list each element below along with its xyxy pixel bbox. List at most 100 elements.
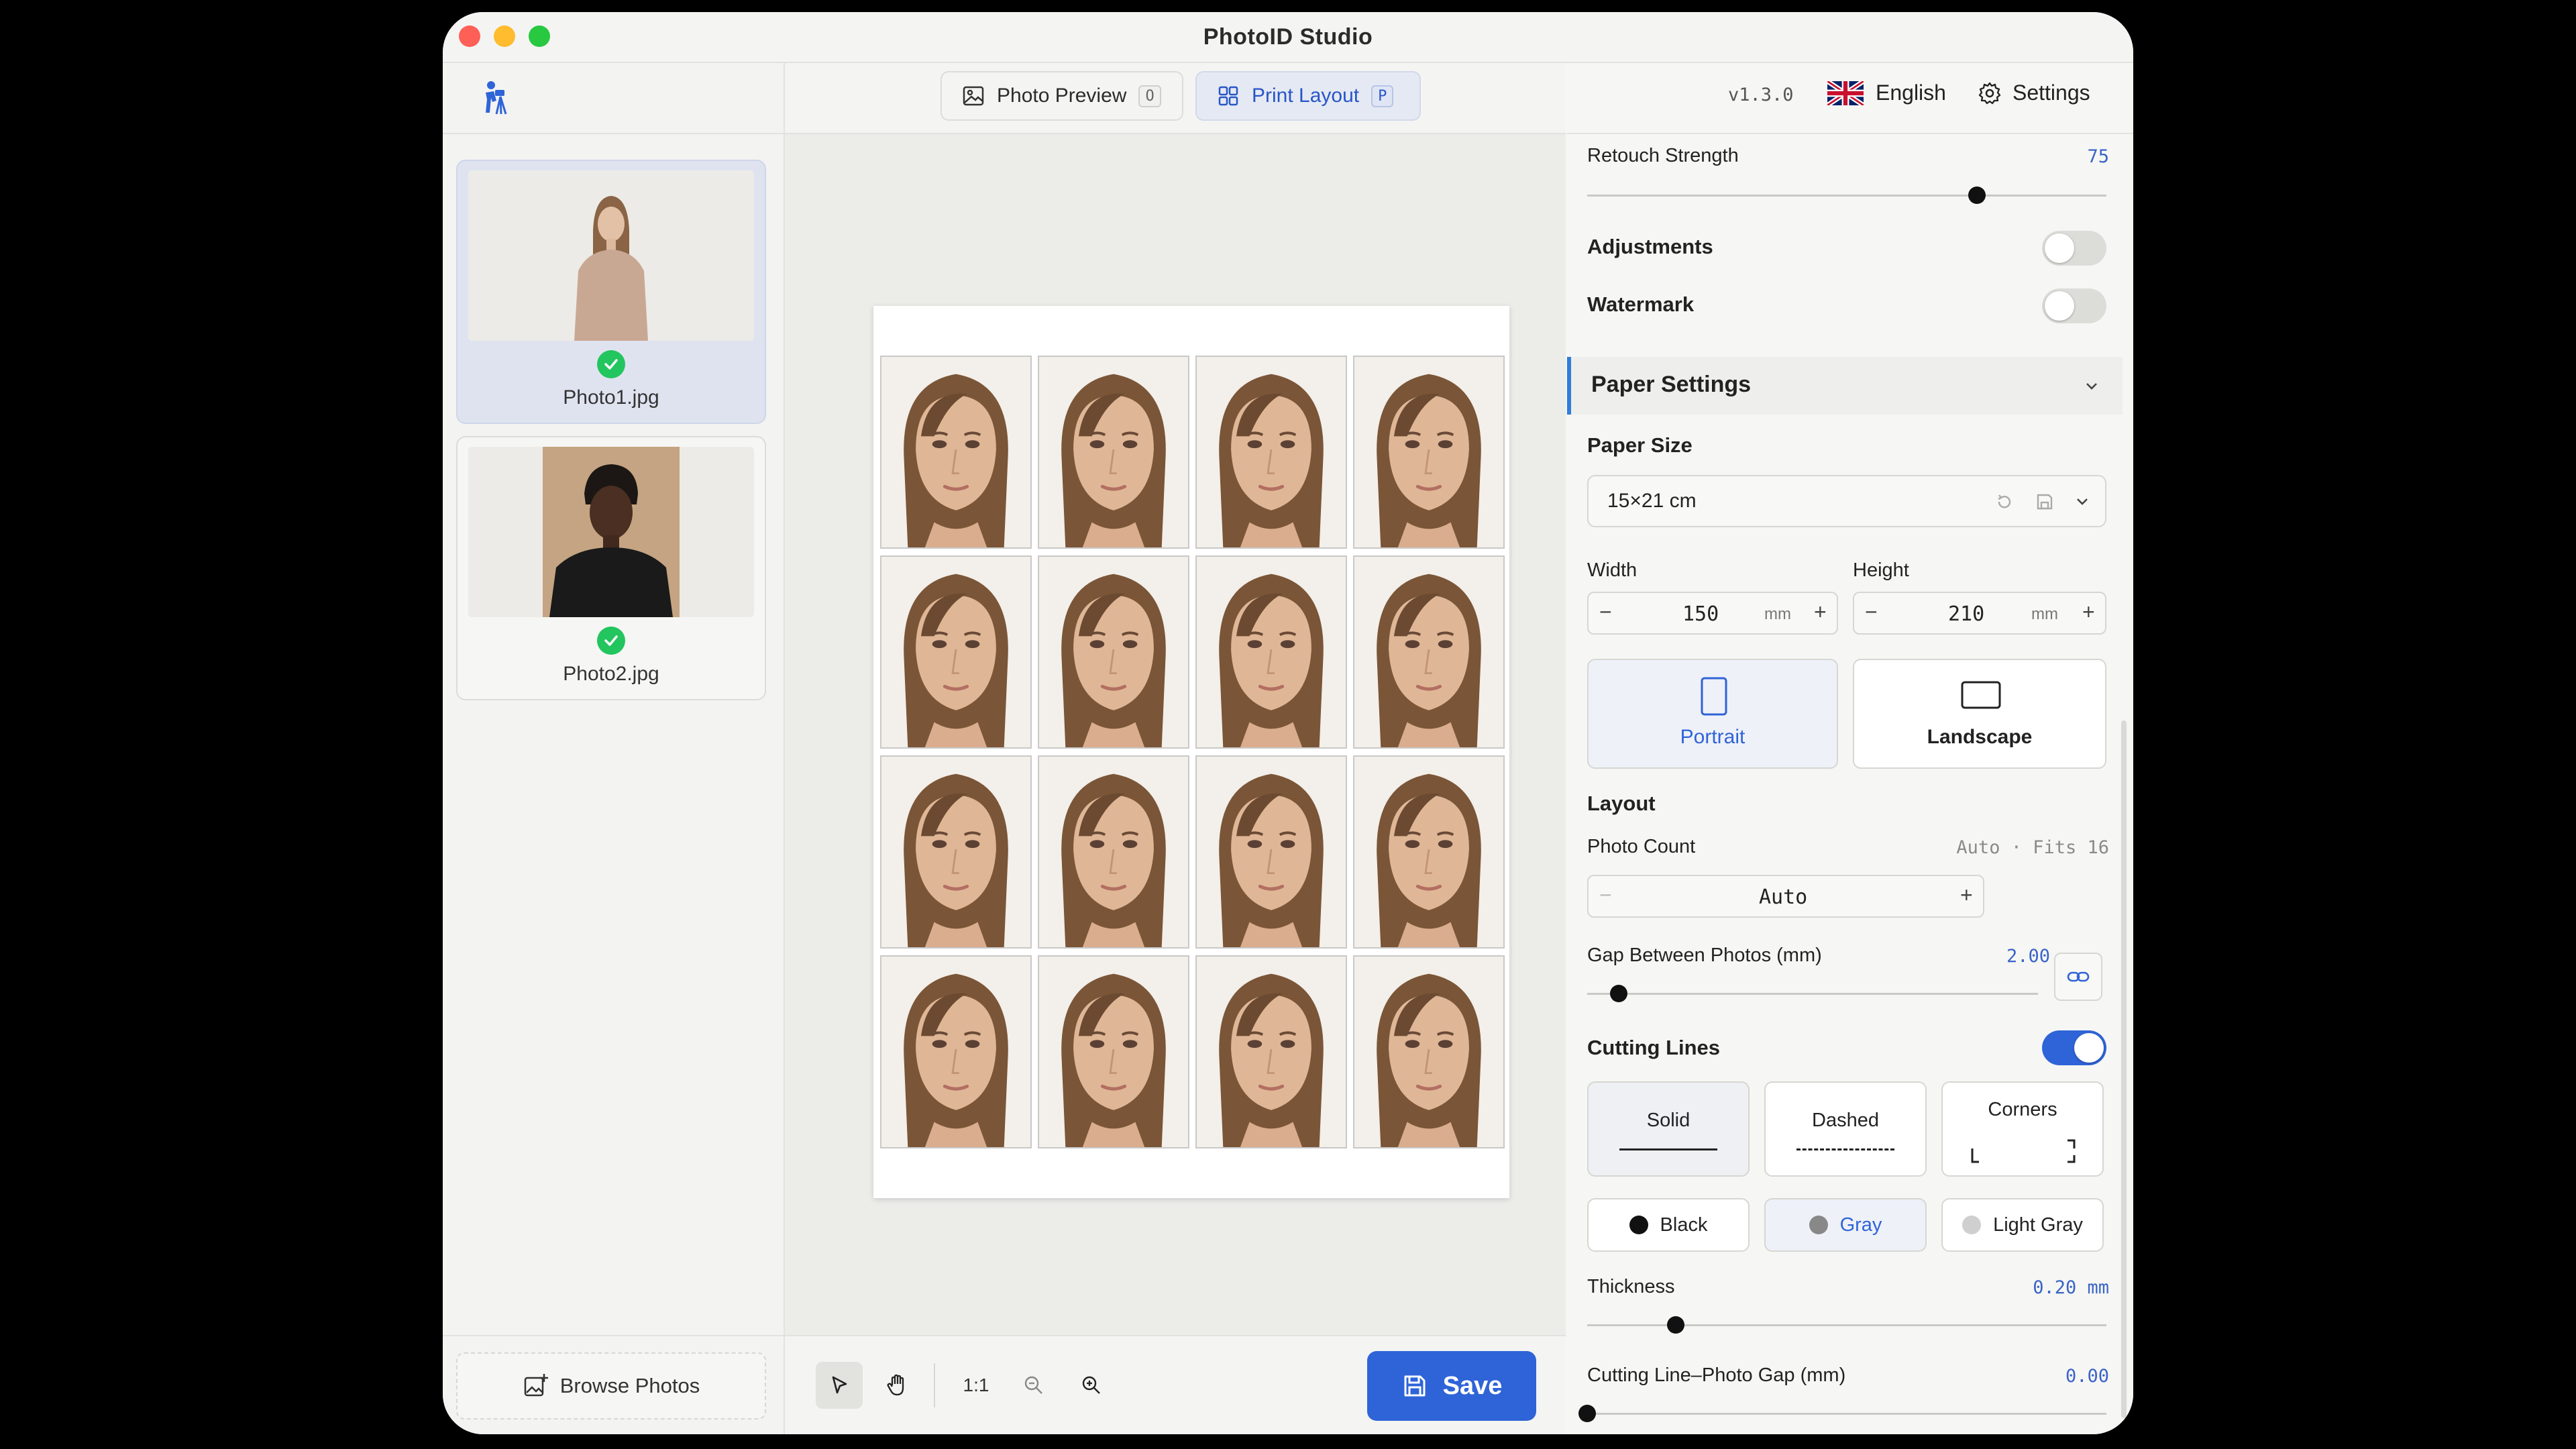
print-sheet-preview[interactable] — [873, 306, 1509, 1198]
cutting-lines-toggle[interactable] — [2042, 1030, 2106, 1065]
maximize-window-button[interactable] — [529, 25, 550, 47]
close-window-button[interactable] — [459, 25, 480, 47]
layout-photo-tile — [1195, 955, 1347, 1148]
view-mode-toolbar: Photo Preview O Print Layout P — [785, 63, 1566, 134]
save-preset-icon[interactable] — [2034, 491, 2055, 513]
dashed-line-icon — [1796, 1148, 1894, 1150]
dashed-label: Dashed — [1812, 1110, 1879, 1131]
paper-size-select[interactable]: 15×21 cm — [1587, 475, 2106, 527]
adjustments-toggle[interactable] — [2042, 231, 2106, 266]
tab-print-layout-label: Print Layout — [1252, 85, 1360, 107]
line-style-dashed-button[interactable]: Dashed — [1764, 1081, 1927, 1177]
layout-photo-tile — [1195, 356, 1347, 549]
photo-count-stepper[interactable]: − Auto + — [1587, 875, 1984, 918]
photo-thumbnail-1[interactable]: Photo1.jpg — [456, 160, 766, 424]
panel-scrollbar[interactable] — [2121, 720, 2127, 1418]
language-selector[interactable]: English — [1827, 80, 1946, 105]
select-tool-button[interactable] — [816, 1362, 863, 1409]
width-stepper[interactable]: − 150 mm + — [1587, 592, 1838, 635]
layout-photo-tile — [1038, 755, 1189, 949]
paper-settings-header[interactable]: Paper Settings — [1567, 357, 2123, 415]
photo-count-value[interactable]: Auto — [1759, 885, 1807, 909]
photo-count-hint: Auto · Fits 16 — [1956, 837, 2109, 858]
browse-photos-button[interactable]: Browse Photos — [456, 1352, 766, 1419]
layout-photo-tile — [1195, 555, 1347, 749]
slider-thumb[interactable] — [1578, 1405, 1596, 1422]
line-gap-value: 0.00 — [2065, 1366, 2109, 1387]
minimize-window-button[interactable] — [494, 25, 515, 47]
preview-area: Photo Preview O Print Layout P 1:1 Save — [785, 63, 1566, 1434]
layout-title: Layout — [1587, 792, 1656, 815]
logo-area — [443, 63, 784, 134]
shortcut-badge: O — [1138, 85, 1161, 107]
retouch-strength-slider[interactable] — [1587, 186, 2106, 204]
line-style-corners-button[interactable]: Corners — [1941, 1081, 2104, 1177]
photo-filename: Photo2.jpg — [563, 663, 659, 685]
width-unit: mm — [1764, 605, 1791, 623]
chevron-down-icon — [2086, 383, 2097, 390]
gray-swatch — [1809, 1216, 1828, 1234]
cutting-lines-label: Cutting Lines — [1587, 1036, 1721, 1059]
photographer-logo-icon — [486, 81, 507, 115]
line-gap-label: Cutting Line–Photo Gap (mm) — [1587, 1364, 1846, 1386]
height-label: Height — [1853, 559, 1909, 581]
line-color-black-button[interactable]: Black — [1587, 1198, 1750, 1252]
corners-icon — [1971, 1139, 2076, 1163]
height-value[interactable]: 210 — [1948, 602, 1984, 626]
link-icon — [2067, 971, 2090, 982]
paper-settings-title: Paper Settings — [1591, 372, 1752, 397]
black-swatch — [1629, 1216, 1648, 1234]
width-increment-button[interactable]: + — [1814, 600, 1827, 625]
photo-sidebar: Photo1.jpg Photo2.jpg Browse Photos — [443, 63, 785, 1434]
link-values-button[interactable] — [2054, 953, 2102, 1001]
adjustments-label: Adjustments — [1587, 235, 1713, 258]
slider-thumb[interactable] — [1968, 186, 1986, 204]
line-color-gray-button[interactable]: Gray — [1764, 1198, 1927, 1252]
height-decrement-button[interactable]: − — [1865, 600, 1878, 625]
slider-thumb[interactable] — [1610, 985, 1628, 1002]
tab-print-layout[interactable]: Print Layout P — [1195, 71, 1421, 121]
save-icon — [1404, 1375, 1426, 1397]
layout-photo-tile — [1038, 555, 1189, 749]
settings-panel: v1.3.0 English Settings Retouch Strength… — [1567, 63, 2133, 1434]
reset-icon[interactable] — [1994, 491, 2015, 513]
zoom-reset-button[interactable]: 1:1 — [953, 1362, 1000, 1409]
portrait-button[interactable]: Portrait — [1587, 659, 1838, 769]
photo-count-increment-button[interactable]: + — [1960, 883, 1973, 908]
portrait-icon — [1701, 677, 1727, 716]
layout-photo-tile — [880, 955, 1032, 1148]
zoom-in-button[interactable] — [1068, 1362, 1115, 1409]
processed-check-icon — [597, 350, 625, 378]
title-bar: PhotoID Studio — [443, 12, 2133, 63]
photo-thumbnail-2[interactable]: Photo2.jpg — [456, 436, 766, 700]
line-color-light-gray-button[interactable]: Light Gray — [1941, 1198, 2104, 1252]
slider-thumb[interactable] — [1666, 1316, 1684, 1334]
pan-tool-button[interactable] — [873, 1362, 920, 1409]
height-stepper[interactable]: − 210 mm + — [1853, 592, 2106, 635]
line-gap-slider[interactable] — [1578, 1405, 2106, 1422]
settings-button[interactable]: Settings — [1978, 80, 2090, 105]
app-window: PhotoID Studio Photo1.jpg Photo2.jpg Bro… — [443, 12, 2133, 1434]
height-increment-button[interactable]: + — [2082, 600, 2095, 625]
width-decrement-button[interactable]: − — [1599, 600, 1612, 625]
thickness-slider[interactable] — [1587, 1316, 2106, 1334]
photo-grid — [880, 356, 1505, 1148]
watermark-toggle[interactable] — [2042, 288, 2106, 323]
language-label: English — [1876, 80, 1946, 105]
zoom-out-button[interactable] — [1010, 1362, 1057, 1409]
gap-slider[interactable] — [1587, 985, 2038, 1002]
width-value[interactable]: 150 — [1682, 602, 1719, 626]
layout-photo-tile — [1038, 955, 1189, 1148]
black-label: Black — [1660, 1214, 1708, 1236]
version-label: v1.3.0 — [1728, 85, 1794, 105]
gear-icon — [1978, 82, 2001, 104]
landscape-button[interactable]: Landscape — [1853, 659, 2106, 769]
save-button[interactable]: Save — [1367, 1351, 1536, 1421]
thickness-value: 0.20 mm — [2033, 1277, 2109, 1298]
hand-icon — [887, 1374, 904, 1396]
line-style-solid-button[interactable]: Solid — [1587, 1081, 1750, 1177]
light-gray-label: Light Gray — [1993, 1214, 2083, 1236]
tab-photo-preview[interactable]: Photo Preview O — [941, 71, 1183, 121]
window-controls — [459, 25, 550, 47]
photo-count-decrement-button[interactable]: − — [1599, 883, 1612, 908]
